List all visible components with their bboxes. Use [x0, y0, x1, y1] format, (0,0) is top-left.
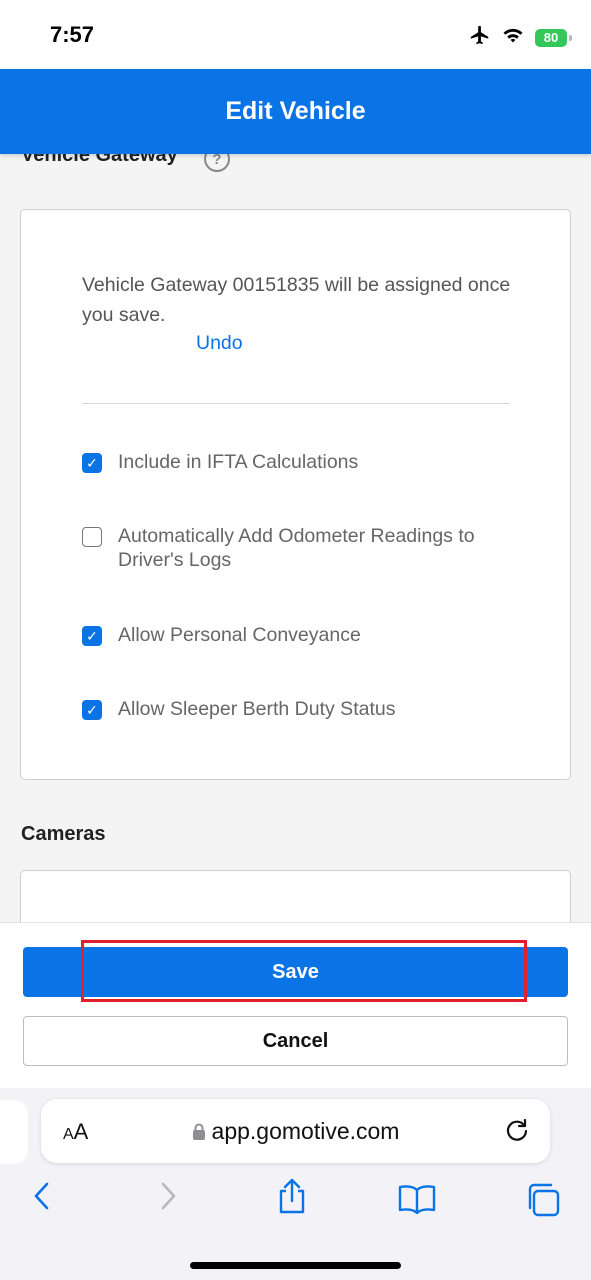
airplane-icon	[469, 24, 491, 51]
gateway-assign-message: Vehicle Gateway 00151835 will be assigne…	[82, 274, 511, 326]
main-content[interactable]: Vehicle Gateway ? Vehicle Gateway 001518…	[0, 154, 591, 922]
cancel-button[interactable]: Cancel	[23, 1016, 568, 1066]
url-text: app.gomotive.com	[211, 1118, 400, 1144]
cameras-title: Cameras	[21, 823, 106, 845]
address-bar[interactable]: AA app.gomotive.com	[41, 1099, 550, 1163]
browser-chrome: AA app.gomotive.com	[0, 1088, 591, 1280]
lock-icon	[192, 1120, 206, 1147]
status-bar: 7:57 80	[0, 0, 591, 69]
option-label: Allow Sleeper Berth Duty Status	[118, 698, 396, 720]
option-ifta[interactable]: ✓ Include in IFTA Calculations	[82, 450, 522, 474]
page-title: Edit Vehicle	[0, 69, 591, 154]
share-icon[interactable]	[276, 1178, 308, 1219]
back-icon[interactable]	[30, 1181, 54, 1216]
option-label: Include in IFTA Calculations	[118, 451, 359, 473]
checkbox-unchecked-icon[interactable]	[82, 527, 102, 547]
help-icon[interactable]: ?	[204, 154, 230, 172]
bookmarks-icon[interactable]	[398, 1184, 436, 1219]
wifi-icon	[501, 25, 525, 50]
home-indicator	[190, 1262, 401, 1269]
cameras-card	[20, 870, 571, 922]
previous-tab-peek[interactable]	[0, 1100, 28, 1164]
option-label: Automatically Add Odometer Readings to D…	[118, 525, 475, 571]
vehicle-gateway-card: Vehicle Gateway 00151835 will be assigne…	[20, 209, 571, 780]
battery-icon: 80	[535, 28, 572, 47]
status-icons: 80	[469, 24, 572, 51]
reload-icon[interactable]	[504, 1117, 530, 1148]
vehicle-gateway-title: Vehicle Gateway	[21, 154, 178, 166]
status-time: 7:57	[50, 22, 95, 47]
checkbox-checked-icon[interactable]: ✓	[82, 453, 102, 473]
option-sleeper-berth[interactable]: ✓ Allow Sleeper Berth Duty Status	[82, 697, 522, 721]
tabs-icon[interactable]	[525, 1182, 561, 1223]
divider	[82, 403, 510, 404]
option-odometer[interactable]: Automatically Add Odometer Readings to D…	[82, 524, 522, 572]
checkbox-checked-icon[interactable]: ✓	[82, 700, 102, 720]
checkbox-checked-icon[interactable]: ✓	[82, 626, 102, 646]
forward-icon[interactable]	[156, 1181, 180, 1216]
action-bar: Save Cancel	[0, 922, 591, 1089]
save-button[interactable]: Save	[23, 947, 568, 997]
option-personal-conveyance[interactable]: ✓ Allow Personal Conveyance	[82, 623, 522, 647]
undo-link[interactable]: Undo	[196, 332, 243, 355]
url-display[interactable]: app.gomotive.com	[41, 1118, 550, 1147]
option-label: Allow Personal Conveyance	[118, 624, 361, 646]
